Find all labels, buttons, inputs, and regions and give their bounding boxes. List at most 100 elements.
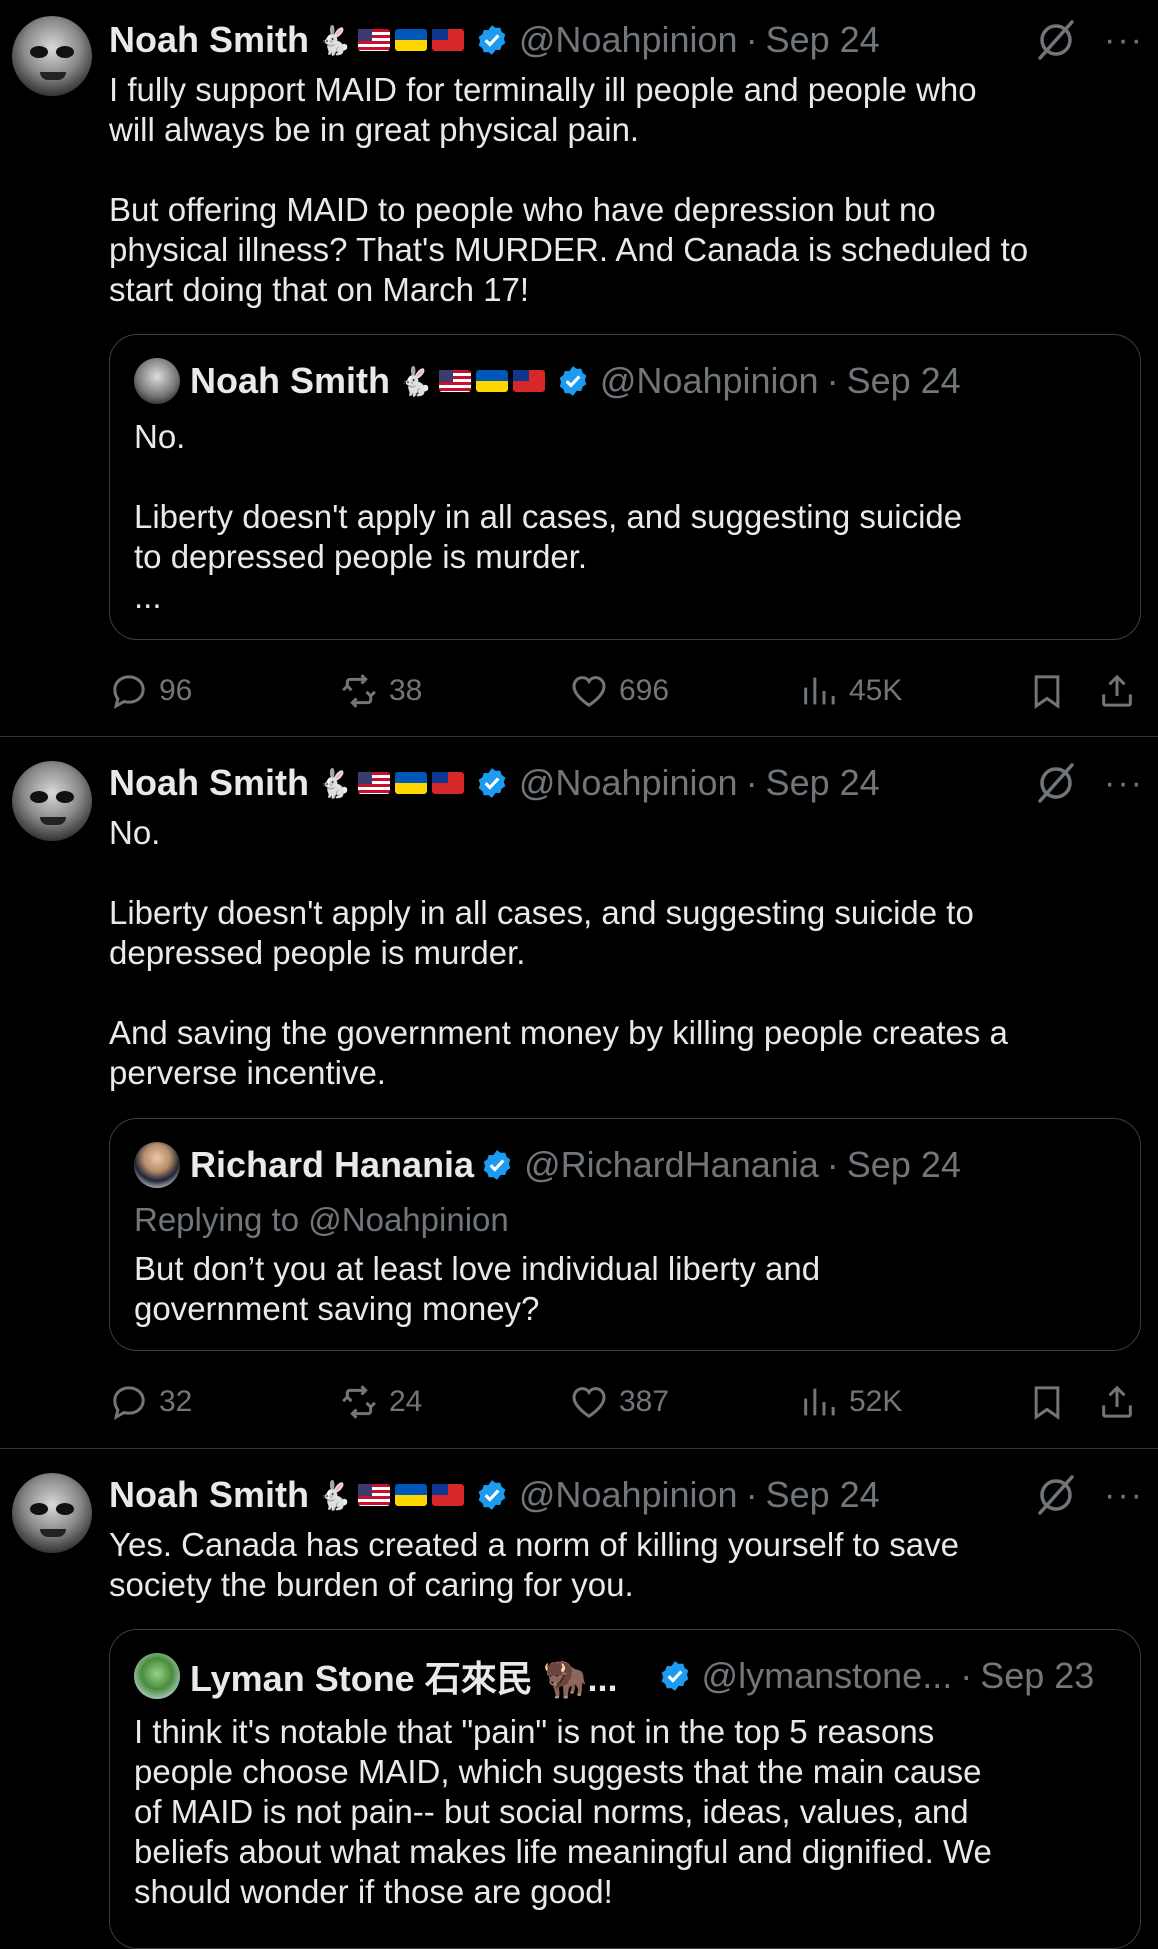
- repost-icon: [342, 674, 376, 708]
- like-icon: [572, 1387, 606, 1418]
- repost-button[interactable]: 24: [339, 1377, 422, 1427]
- author-emojis: 🐇: [398, 364, 550, 397]
- taiwan-flag-icon: [512, 370, 545, 393]
- view-count: 45K: [849, 674, 903, 707]
- quoted-tweet-header: Noah Smith 🐇 @Noahpinion · Sep 24: [134, 358, 961, 404]
- us-flag-icon: [357, 1484, 390, 1507]
- grok-icon[interactable]: [1034, 761, 1078, 805]
- share-icon: [1102, 674, 1132, 707]
- tweet-date: Sep 23: [980, 1655, 1095, 1696]
- quoted-tweet[interactable]: Richard Hanania @RichardHanania · Sep 24…: [109, 1118, 1141, 1351]
- author-handle: @lymanstone...: [701, 1655, 953, 1696]
- author-emojis: 🐇: [317, 766, 469, 799]
- repost-button[interactable]: 38: [339, 666, 422, 716]
- taiwan-flag-icon: [431, 772, 464, 795]
- views-button[interactable]: 45K: [799, 666, 902, 716]
- views-button[interactable]: 52K: [799, 1377, 902, 1427]
- share-button[interactable]: [1097, 666, 1137, 716]
- author-name[interactable]: Noah Smith: [109, 19, 309, 61]
- avatar[interactable]: [12, 1473, 92, 1553]
- tweet-date[interactable]: Sep 24: [766, 762, 880, 804]
- tweet-header-actions: ···: [1034, 18, 1144, 62]
- separator-dot: ·: [745, 1474, 758, 1515]
- views-icon: [804, 1388, 835, 1416]
- like-button[interactable]: 387: [569, 1377, 669, 1427]
- author-handle: @Noahpinion: [599, 360, 819, 401]
- more-icon[interactable]: ···: [1104, 1476, 1144, 1515]
- tweet-date[interactable]: Sep 24: [766, 19, 880, 61]
- reply-count: 32: [159, 1385, 193, 1418]
- author-handle[interactable]: @Noahpinion: [519, 762, 738, 804]
- reply-count: 96: [159, 674, 193, 707]
- verified-badge-icon: [478, 768, 506, 798]
- author-emojis: 🐇: [317, 1478, 469, 1511]
- tweet[interactable]: Noah Smith 🐇 @Noahpinion · Sep 24 ··· I …: [0, 0, 1158, 736]
- ukraine-flag-icon: [394, 1484, 427, 1507]
- us-flag-icon: [357, 29, 390, 52]
- tweet-text: Yes. Canada has created a norm of killin…: [109, 1526, 959, 1603]
- repost-count: 38: [389, 674, 423, 707]
- like-button[interactable]: 696: [569, 666, 669, 716]
- ukraine-flag-icon: [394, 772, 427, 795]
- tweet[interactable]: Noah Smith 🐇 @Noahpinion · Sep 24 ··· Ye…: [0, 1449, 1158, 1949]
- quoted-tweet[interactable]: Lyman Stone 石來民 🦬... @lymanstone... · Se…: [109, 1629, 1141, 1949]
- author-name[interactable]: Noah Smith: [109, 762, 309, 804]
- separator-dot: ·: [826, 360, 839, 401]
- reply-button[interactable]: 32: [109, 1377, 192, 1427]
- author-name: Richard Hanania: [190, 1144, 475, 1185]
- quoted-tweet-text: But don’t you at least love individual l…: [134, 1250, 821, 1327]
- replying-to: Replying to @Noahpinion: [134, 1201, 509, 1238]
- repost-icon: [342, 1385, 376, 1419]
- quoted-tweet-header: Richard Hanania @RichardHanania · Sep 24: [134, 1142, 961, 1188]
- bookmark-icon: [1034, 675, 1060, 709]
- bookmark-icon: [1034, 1386, 1060, 1420]
- more-icon[interactable]: ···: [1104, 21, 1144, 60]
- separator-dot: ·: [745, 19, 758, 60]
- verified-badge-icon: [478, 25, 506, 55]
- verified-badge-icon: [661, 1661, 688, 1691]
- taiwan-flag-icon: [431, 1484, 464, 1507]
- bookmark-button[interactable]: [1027, 1377, 1067, 1427]
- quoted-tweet[interactable]: Noah Smith 🐇 @Noahpinion · Sep 24 No. Li…: [109, 334, 1141, 640]
- verified-badge-icon: [478, 1480, 506, 1510]
- view-count: 52K: [849, 1385, 903, 1418]
- grok-icon[interactable]: [1034, 1473, 1078, 1517]
- tweet-header: Noah Smith 🐇 @Noahpinion · Sep 24: [109, 1473, 880, 1517]
- separator-dot: ·: [960, 1655, 973, 1696]
- tweet-date[interactable]: Sep 24: [766, 1474, 880, 1516]
- bookmark-button[interactable]: [1027, 666, 1067, 716]
- tweet-header-actions: ···: [1034, 1473, 1144, 1517]
- tweet[interactable]: Noah Smith 🐇 @Noahpinion · Sep 24 ··· No…: [0, 737, 1158, 1448]
- avatar[interactable]: [12, 16, 92, 96]
- rabbit-emoji: 🐇: [317, 24, 353, 56]
- author-handle[interactable]: @Noahpinion: [519, 19, 738, 61]
- separator-dot: ·: [745, 762, 758, 803]
- like-icon: [572, 676, 606, 707]
- quoted-tweet-header: Lyman Stone 石來民 🦬... @lymanstone... · Se…: [134, 1653, 1095, 1699]
- rabbit-emoji: 🐇: [317, 767, 353, 799]
- share-button[interactable]: [1097, 1377, 1137, 1427]
- us-flag-icon: [357, 772, 390, 795]
- author-name[interactable]: Noah Smith: [109, 1474, 309, 1516]
- quoted-tweet-text: No. Liberty doesn't apply in all cases, …: [134, 418, 963, 615]
- more-icon[interactable]: ···: [1104, 764, 1144, 803]
- avatar: [134, 358, 180, 404]
- ukraine-flag-icon: [394, 29, 427, 52]
- share-icon: [1102, 1385, 1132, 1418]
- reply-icon: [113, 675, 145, 709]
- separator-dot: ·: [826, 1144, 839, 1185]
- verified-badge-icon: [559, 366, 587, 396]
- quoted-tweet-text: I think it's notable that "pain" is not …: [134, 1713, 992, 1910]
- tweet-text: No. Liberty doesn't apply in all cases, …: [109, 814, 1008, 1091]
- like-count: 387: [619, 1385, 670, 1418]
- reply-button[interactable]: 96: [109, 666, 192, 716]
- author-name: Noah Smith: [190, 360, 391, 401]
- author-name: Lyman Stone 石來民 🦬...: [190, 1658, 618, 1699]
- ukraine-flag-icon: [475, 370, 508, 393]
- grok-icon[interactable]: [1034, 18, 1078, 62]
- avatar[interactable]: [12, 761, 92, 841]
- rabbit-emoji: 🐇: [317, 1479, 353, 1511]
- author-handle: @RichardHanania: [524, 1144, 819, 1185]
- author-handle[interactable]: @Noahpinion: [519, 1474, 738, 1516]
- like-count: 696: [619, 674, 670, 707]
